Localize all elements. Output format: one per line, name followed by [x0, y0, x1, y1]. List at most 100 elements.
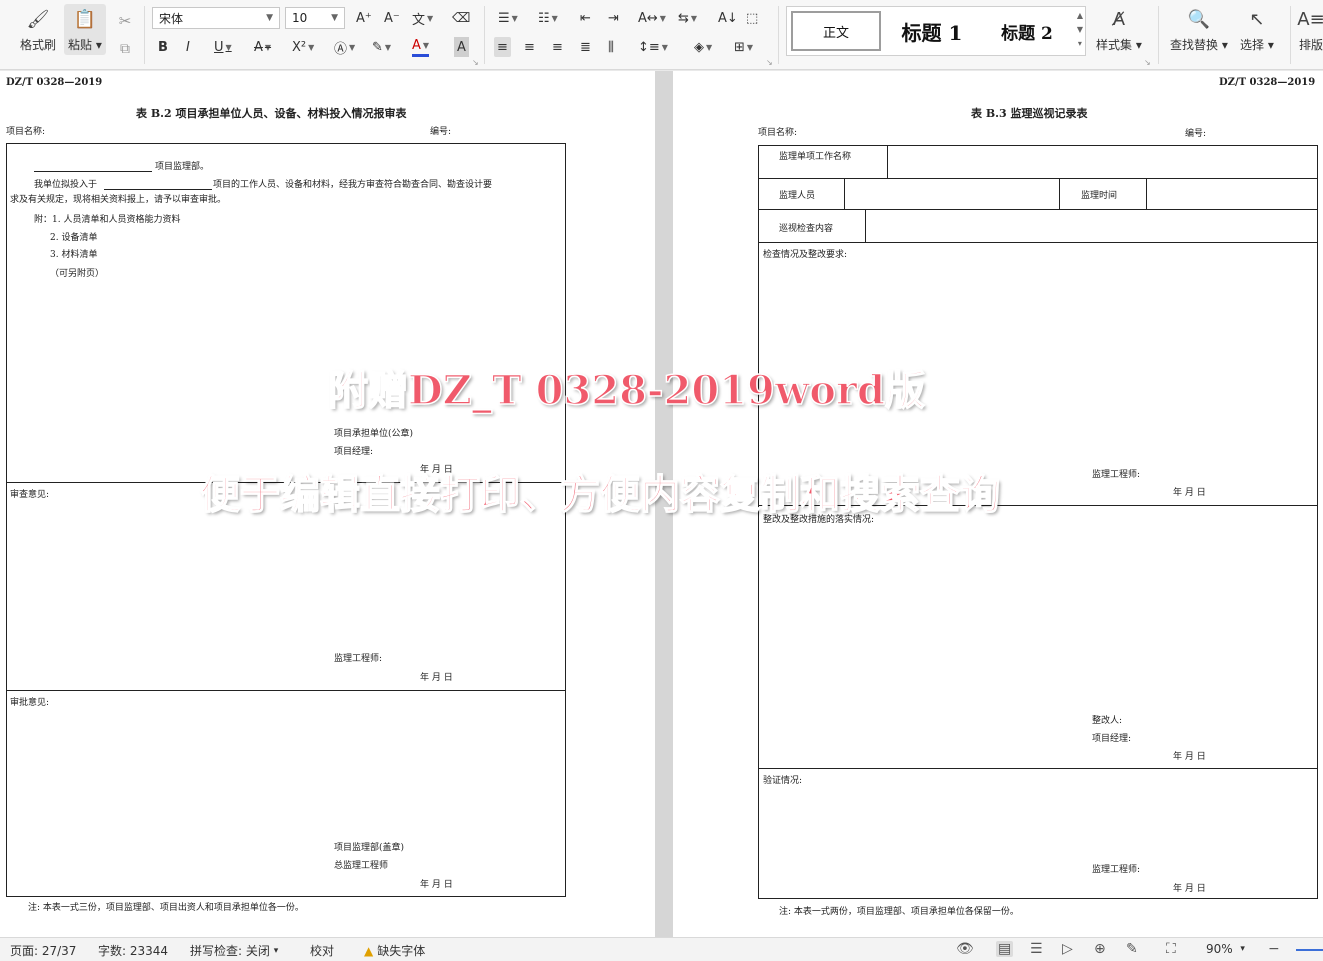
web-view-icon[interactable]: ⊕ [1094, 941, 1106, 957]
paint-bucket-icon: ◈ [694, 39, 704, 55]
scissors-icon: ✂ [118, 12, 132, 30]
borders-icon: ⊞ [734, 39, 745, 55]
search-icon: 🔍 [1187, 8, 1211, 30]
fit-page-icon[interactable]: ⛶ [1166, 941, 1176, 957]
select-button[interactable]: ↖ 选择 ▾ [1240, 6, 1274, 53]
zoom-level[interactable]: 90% ▾ [1206, 942, 1245, 956]
layout-button[interactable]: A≡ 排版 [1297, 6, 1323, 53]
table-note: 注: 本表一式两份，项目监理部、项目承担单位各保留一份。 [779, 907, 1019, 917]
eye-icon[interactable]: 👁 [956, 941, 974, 957]
style-heading1[interactable]: 标题 1 [887, 11, 977, 51]
format-painter-button[interactable]: 🖌 格式刷 [20, 6, 56, 53]
format-painter-icon: 🖌 [26, 8, 50, 30]
italic-button[interactable]: I [186, 37, 190, 57]
table-note: 注: 本表一式三份，项目监理部、项目出资人和项目承担单位各一份。 [28, 903, 304, 913]
paragraph-marks-icon: ⬚ [746, 10, 759, 26]
chevron-down-icon: ▾ [1240, 944, 1245, 954]
shading-button[interactable]: ◈ ▼ [694, 37, 712, 57]
page-indicator[interactable]: 页面: 27/37 [10, 942, 76, 959]
pen-icon[interactable]: ✎ [1126, 941, 1138, 957]
warning-icon: ▲ [364, 943, 374, 958]
font-size-select[interactable]: 10 ▼ [285, 7, 345, 29]
project-name-label: 项目名称: [758, 128, 798, 138]
project-name-label: 项目名称: [6, 127, 46, 137]
cursor-icon: ↖ [1249, 8, 1265, 30]
align-right-icon: ≡ [552, 39, 563, 55]
copy-button[interactable]: ⧉ [112, 36, 138, 62]
paste-button[interactable]: 📋 粘贴 ▾ [64, 4, 106, 55]
number-label: 编号: [1185, 129, 1207, 139]
align-center-button[interactable]: ≡ [524, 37, 535, 57]
zoom-out-icon[interactable]: − [1268, 941, 1280, 957]
chevron-down-icon: ▼ [331, 13, 338, 23]
superscript-button[interactable]: X² ▼ [292, 37, 314, 57]
outdent-icon: ⇤ [580, 10, 591, 26]
styles-scroll[interactable]: ▲ ▼ ▾ [1077, 9, 1083, 51]
word-count[interactable]: 字数: 23344 [98, 942, 168, 959]
char-shading-button[interactable]: A [454, 37, 469, 57]
decrease-indent-button[interactable]: ⇤ [580, 8, 591, 28]
expand-icon[interactable]: ↘ [1144, 58, 1151, 67]
highlight-button[interactable]: ✎ ▼ [372, 37, 391, 57]
ribbon-toolbar: 🖌 格式刷 📋 粘贴 ▾ ✂ ⧉ 宋体 ▼ 10 ▼ A⁺ A⁻ 文 ▼ ⌫ B … [0, 0, 1323, 70]
chevron-down-icon: ▼ [1076, 25, 1083, 34]
text-direction-button[interactable]: ⇆ ▼ [678, 8, 697, 28]
number-label: 编号: [430, 127, 452, 137]
bold-button[interactable]: B [158, 37, 168, 57]
bullet-list-icon: ☰ [498, 10, 510, 26]
distribute-icon: ⫼ [608, 39, 614, 55]
line-spacing-button[interactable]: ↕≡ ▼ [638, 37, 668, 57]
sort-button[interactable]: A↓ [718, 8, 738, 28]
char-scale-button[interactable]: A↔ ▼ [638, 8, 666, 28]
shrink-font-icon: A⁻ [384, 10, 400, 26]
show-marks-button[interactable]: ⬚ [746, 8, 758, 28]
increase-indent-button[interactable]: ⇥ [608, 8, 619, 28]
style-set-button[interactable]: A̸ 样式集 ▾ [1096, 6, 1142, 53]
expand-icon[interactable]: ↘ [472, 58, 479, 67]
find-replace-button[interactable]: 🔍 查找替换 ▾ [1170, 6, 1228, 53]
page-header: DZ/T 0328—2019 [1219, 77, 1316, 88]
line-spacing-icon: ↕≡ [638, 39, 660, 55]
table-title: 表 B.3 监理巡视记录表 [971, 107, 1088, 120]
status-bar: 页面: 27/37 字数: 23344 拼写检查: 关闭 ▾ 校对 ▲ 缺失字体 … [0, 937, 1323, 961]
font-color-button[interactable]: A ▼ [412, 37, 430, 57]
expand-icon[interactable]: ↘ [766, 58, 773, 67]
numbered-list-button[interactable]: ☷ ▼ [538, 8, 558, 28]
watermark-line-2: 便于编辑直接打印、方便内容复制和搜索查询 [199, 470, 1001, 519]
page-view-icon[interactable]: ▤ [996, 941, 1014, 957]
align-left-button[interactable]: ≡ [494, 37, 511, 57]
chevron-down-icon: ▼ [266, 13, 273, 23]
outline-view-icon[interactable]: ☰ [1030, 941, 1043, 957]
watermark-line-1: 附赠DZ_T 0328-2019word版 [327, 366, 926, 415]
play-icon[interactable]: ▷ [1062, 941, 1073, 957]
grow-font-icon: A⁺ [356, 10, 372, 26]
align-right-button[interactable]: ≡ [552, 37, 563, 57]
borders-button[interactable]: ⊞ ▼ [734, 37, 753, 57]
style-normal[interactable]: 正文 [791, 11, 881, 51]
font-name-select[interactable]: 宋体 ▼ [152, 7, 280, 29]
styles-gallery: 正文 标题 1 标题 2 ▲ ▼ ▾ [786, 6, 1086, 56]
char-scale-icon: A↔ [638, 10, 658, 26]
align-left-icon: ≡ [497, 39, 508, 55]
spell-check-toggle[interactable]: 拼写检查: 关闭 ▾ [190, 942, 278, 959]
numbered-list-icon: ☷ [538, 10, 550, 26]
phonetic-button[interactable]: 文 ▼ [412, 8, 433, 28]
review-opinion-label: 审查意见: [10, 490, 50, 500]
proofread-button[interactable]: 校对 [310, 942, 334, 959]
strikethrough-button[interactable]: A ▼ [254, 37, 271, 57]
justify-button[interactable]: ≣ [580, 37, 591, 57]
bullet-list-button[interactable]: ☰ ▼ [498, 8, 518, 28]
shrink-font-button[interactable]: A⁻ [384, 8, 400, 28]
grow-font-button[interactable]: A⁺ [356, 8, 372, 28]
layout-icon: A≡ [1297, 8, 1323, 30]
distribute-button[interactable]: ⫼ [608, 37, 614, 57]
underline-button[interactable]: U ▼ [214, 37, 232, 57]
text-effect-button[interactable]: Ⓐ ▼ [334, 37, 355, 57]
clear-format-button[interactable]: ⌫ [452, 8, 470, 28]
missing-font-button[interactable]: ▲ 缺失字体 [364, 942, 425, 959]
zoom-slider[interactable] [1296, 949, 1323, 951]
cut-button[interactable]: ✂ [112, 8, 138, 34]
paste-icon: 📋 [73, 8, 97, 30]
style-heading2[interactable]: 标题 2 [983, 11, 1071, 51]
table-title: 表 B.2 项目承担单位人员、设备、材料投入情况报审表 [136, 107, 407, 120]
